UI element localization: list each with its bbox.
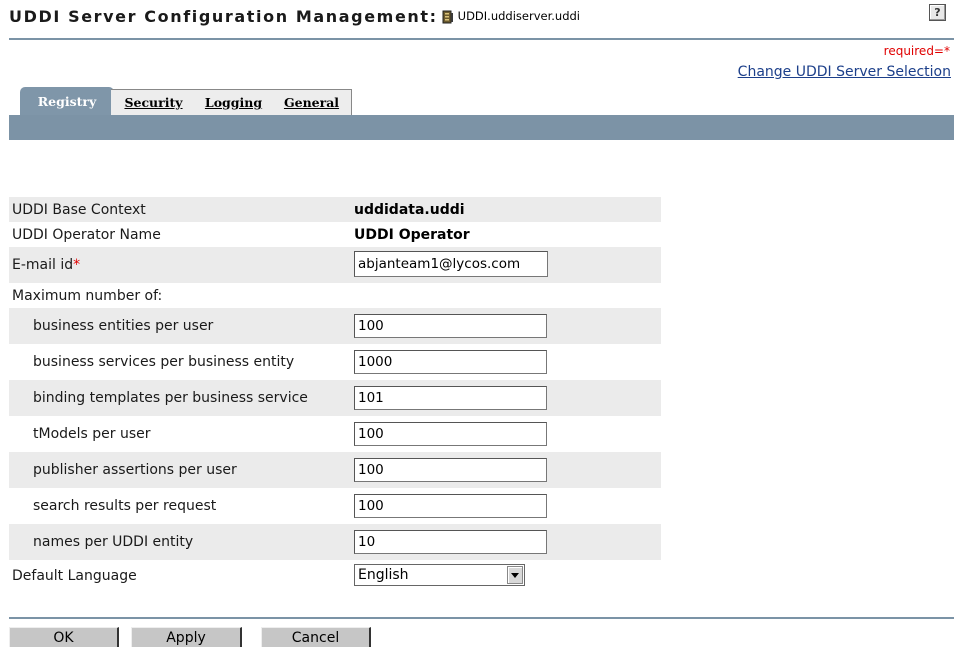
limit-row: binding templates per business service [9, 380, 661, 416]
limit-label: binding templates per business service [33, 390, 308, 406]
max-heading: Maximum number of: [12, 287, 163, 304]
registry-form: UDDI Base Context uddidata.uddi UDDI Ope… [9, 197, 661, 592]
operator-name-label: UDDI Operator Name [12, 226, 161, 243]
chevron-down-icon[interactable] [507, 566, 523, 584]
ok-button[interactable]: OK [9, 627, 119, 647]
names-per-entity-field[interactable] [354, 530, 547, 554]
business-entities-field[interactable] [354, 314, 547, 338]
default-language-label: Default Language [12, 568, 137, 584]
limit-row: business entities per user [9, 308, 661, 344]
tab-band [9, 115, 954, 140]
server-name: UDDI.uddiserver.uddi [457, 9, 581, 23]
default-language-select[interactable]: English [354, 564, 525, 586]
operator-name-value: UDDI Operator [354, 226, 470, 243]
cancel-button[interactable]: Cancel [261, 627, 371, 647]
help-icon[interactable]: ? [929, 4, 946, 21]
email-label-text: E-mail id [12, 257, 74, 273]
page-title: UDDI Server Configuration Management: UD… [9, 4, 580, 28]
limit-label: business entities per user [33, 318, 214, 334]
default-language-value: English [358, 567, 409, 583]
base-context-label: UDDI Base Context [12, 201, 146, 218]
email-row: E-mail id * [9, 247, 661, 283]
limit-row: search results per request [9, 488, 661, 524]
header-divider [9, 38, 954, 40]
email-label: E-mail id * [12, 247, 80, 283]
tab-logging[interactable]: Logging [194, 89, 274, 115]
binding-templates-field[interactable] [354, 386, 547, 410]
limit-label: tModels per user [33, 426, 151, 442]
limit-label: business services per business entity [33, 354, 295, 370]
limit-row: names per UDDI entity [9, 524, 661, 560]
limit-label: publisher assertions per user [33, 462, 237, 478]
search-results-field[interactable] [354, 494, 547, 518]
limit-row: publisher assertions per user [9, 452, 661, 488]
tmodels-field[interactable] [354, 422, 547, 446]
apply-button[interactable]: Apply [131, 627, 242, 647]
required-star: * [73, 257, 81, 273]
page-title-text: UDDI Server Configuration Management: [9, 6, 438, 26]
publisher-assertions-field[interactable] [354, 458, 547, 482]
limit-label: names per UDDI entity [33, 534, 194, 550]
default-language-row: Default Language English [9, 560, 661, 592]
limit-label: search results per request [33, 498, 217, 514]
tab-registry[interactable]: Registry [20, 87, 114, 115]
required-note: required=* [883, 44, 950, 58]
base-context-value: uddidata.uddi [354, 201, 465, 218]
limit-row: business services per business entity [9, 344, 661, 380]
email-field[interactable] [354, 251, 548, 277]
base-context-row: UDDI Base Context uddidata.uddi [9, 197, 661, 222]
max-heading-row: Maximum number of: [9, 283, 661, 308]
footer-divider [9, 617, 954, 619]
limit-row: tModels per user [9, 416, 661, 452]
tab-security[interactable]: Security [111, 89, 197, 115]
business-services-field[interactable] [354, 350, 547, 374]
server-icon [442, 9, 454, 24]
operator-name-row: UDDI Operator Name UDDI Operator [9, 222, 661, 247]
tab-general[interactable]: General [272, 89, 352, 115]
change-server-link[interactable]: Change UDDI Server Selection [738, 64, 951, 80]
